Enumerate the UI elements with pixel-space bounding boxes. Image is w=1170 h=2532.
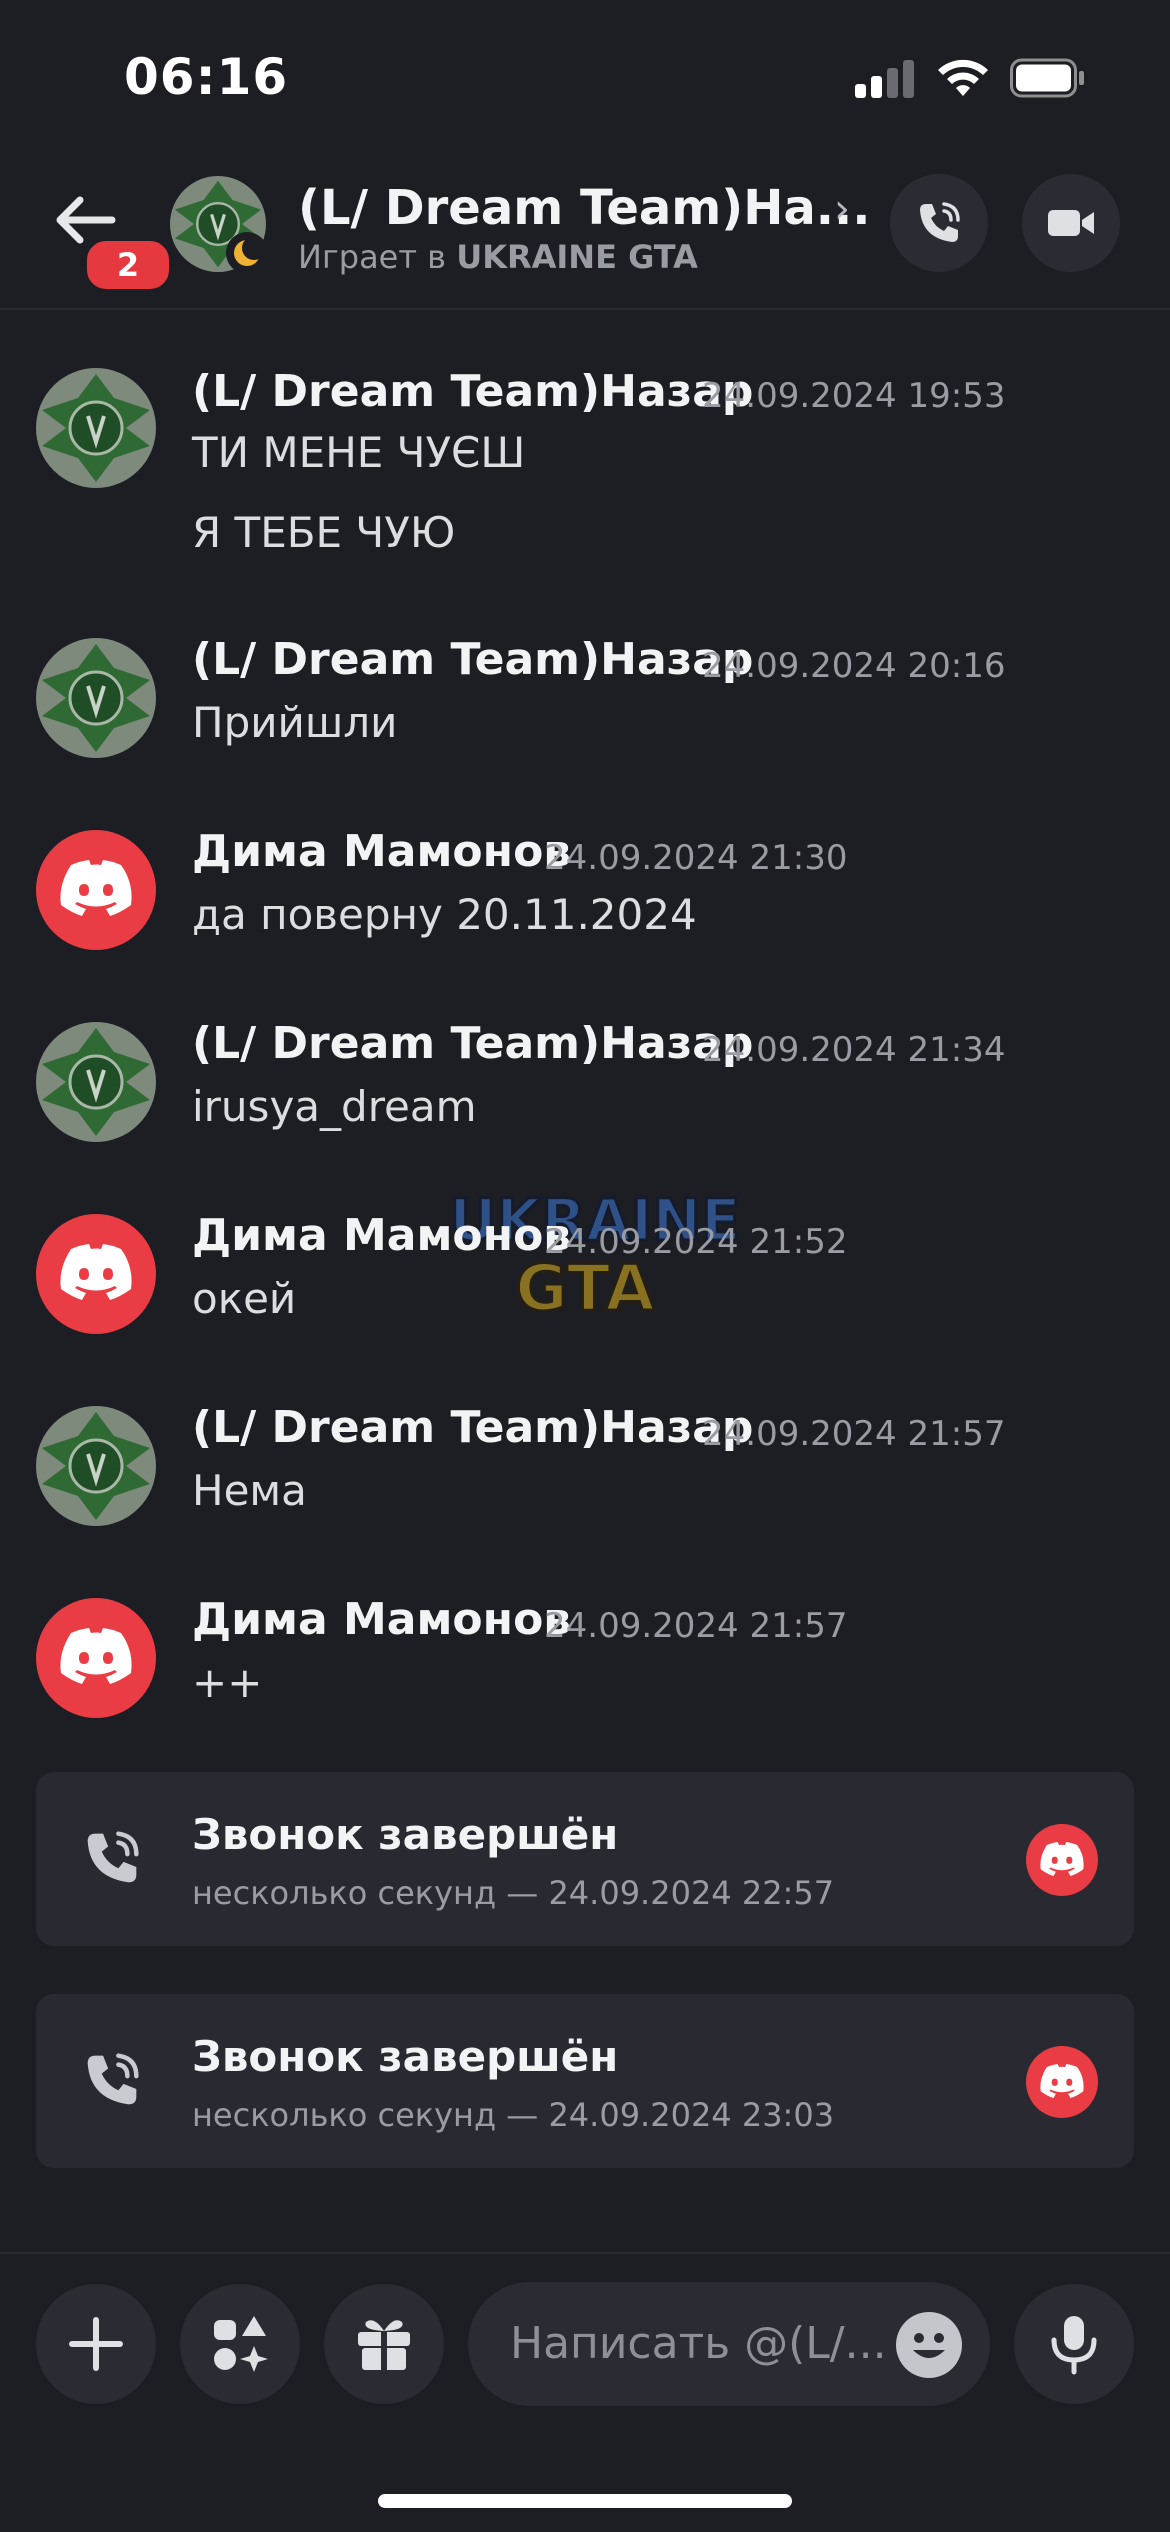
- message-text: Нема: [192, 1466, 307, 1515]
- call-detail: несколько секунд — 24.09.2024 22:57: [192, 1874, 835, 1912]
- phone-icon: [87, 1831, 139, 1883]
- message-text: да поверну 20.11.2024: [192, 890, 697, 939]
- message-text: ТИ МЕНЕ ЧУЄШ: [192, 428, 526, 477]
- microphone-icon: [1051, 2316, 1097, 2375]
- author-name[interactable]: (L/ Dream Team)Назар: [192, 1018, 753, 1069]
- activity-game: UKRAINE GTA: [456, 238, 698, 276]
- apps-button[interactable]: [180, 2284, 300, 2404]
- author-avatar[interactable]: [36, 1598, 156, 1718]
- plus-icon: [69, 2317, 123, 2371]
- call-title: Звонок завершён: [192, 1810, 619, 1859]
- add-attachment-button[interactable]: [36, 2284, 156, 2404]
- author-avatar[interactable]: [36, 1022, 156, 1142]
- participant-avatar: [1026, 2046, 1098, 2118]
- call-ended-card[interactable]: Звонок завершён несколько секунд — 24.09…: [36, 1772, 1134, 1946]
- message-timestamp: 24.09.2024 21:52: [544, 1222, 848, 1262]
- call-title: Звонок завершён: [192, 2032, 619, 2081]
- composer-divider: [0, 2252, 1170, 2254]
- video-camera-icon: [1048, 210, 1094, 236]
- unread-count-badge: 2: [82, 236, 174, 294]
- idle-status-moon-icon: [226, 232, 268, 274]
- message-timestamp: 24.09.2024 21:57: [544, 1606, 848, 1646]
- wifi-icon: [938, 59, 988, 96]
- author-name[interactable]: Дима Мамонов: [192, 826, 571, 877]
- author-name[interactable]: (L/ Dream Team)Назар: [192, 366, 753, 417]
- message-text: Прийшли: [192, 698, 398, 747]
- gift-button[interactable]: [324, 2284, 444, 2404]
- message-timestamp: 24.09.2024 19:53: [702, 376, 1006, 416]
- author-avatar[interactable]: [36, 638, 156, 758]
- author-avatar[interactable]: [36, 830, 156, 950]
- video-call-button[interactable]: [1022, 174, 1120, 272]
- message-input[interactable]: Написать @(L/...: [468, 2282, 990, 2406]
- message-text: окей: [192, 1274, 297, 1323]
- author-avatar[interactable]: [36, 1214, 156, 1334]
- header-divider: [0, 308, 1170, 310]
- discord-logo-icon: [1040, 1842, 1084, 1876]
- status-time: 06:16: [124, 48, 289, 106]
- chevron-right-icon[interactable]: ›: [834, 186, 850, 232]
- activity-prefix: Играет в: [298, 238, 447, 276]
- voice-message-button[interactable]: [1014, 2284, 1134, 2404]
- discord-logo-icon: [60, 860, 132, 916]
- activity-status: Играет в UKRAINE GTA: [298, 238, 698, 276]
- emoji-smile-icon: [913, 2333, 945, 2358]
- discord-logo-icon: [60, 1628, 132, 1684]
- author-name[interactable]: (L/ Dream Team)Назар: [192, 1402, 753, 1453]
- emoji-button[interactable]: [896, 2312, 962, 2378]
- message-input-placeholder: Написать @(L/...: [510, 2318, 887, 2369]
- message-timestamp: 24.09.2024 21:30: [544, 838, 848, 878]
- gift-icon: [358, 2320, 410, 2370]
- battery-icon: [1010, 58, 1084, 98]
- discord-logo-icon: [1040, 2064, 1084, 2098]
- cellular-signal-icon: [855, 58, 915, 98]
- participant-avatar: [1026, 1824, 1098, 1896]
- apps-icon: [214, 2316, 268, 2372]
- author-name[interactable]: Дима Мамонов: [192, 1210, 571, 1261]
- message-timestamp: 24.09.2024 21:34: [702, 1030, 1006, 1070]
- home-indicator[interactable]: [378, 2494, 792, 2508]
- author-avatar[interactable]: [36, 368, 156, 488]
- call-ended-card[interactable]: Звонок завершён несколько секунд — 24.09…: [36, 1994, 1134, 2168]
- phone-icon: [87, 2053, 139, 2105]
- phone-icon: [920, 202, 960, 242]
- message-timestamp: 24.09.2024 20:16: [702, 646, 1006, 686]
- author-avatar[interactable]: [36, 1406, 156, 1526]
- message-timestamp: 24.09.2024 21:57: [702, 1414, 1006, 1454]
- conversation-title[interactable]: (L/ Dream Team)На...: [298, 180, 870, 236]
- call-detail: несколько секунд — 24.09.2024 23:03: [192, 2096, 835, 2134]
- voice-call-button[interactable]: [890, 174, 988, 272]
- author-name[interactable]: Дима Мамонов: [192, 1594, 571, 1645]
- message-text: ++: [192, 1658, 263, 1707]
- discord-logo-icon: [60, 1244, 132, 1300]
- author-name[interactable]: (L/ Dream Team)Назар: [192, 634, 753, 685]
- svg-text:GTA: GTA: [515, 1252, 655, 1326]
- message-text: irusya_dream: [192, 1082, 477, 1131]
- message-text: Я ТЕБЕ ЧУЮ: [192, 508, 456, 557]
